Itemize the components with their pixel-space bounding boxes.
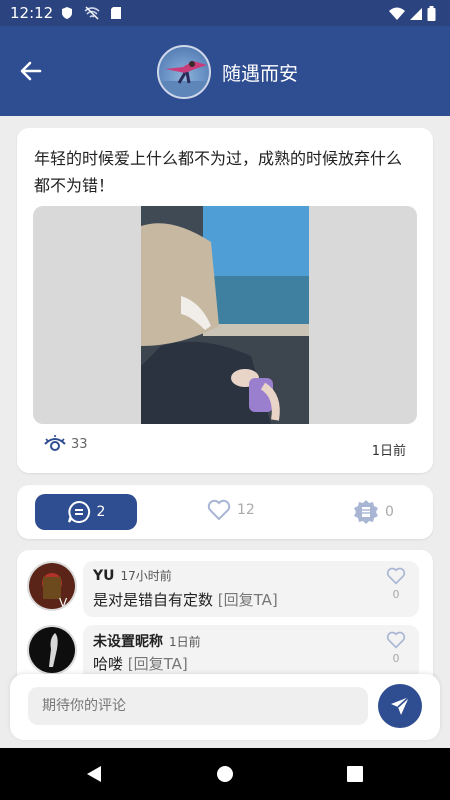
send-icon [391, 696, 410, 715]
comment-body: 是对是错自有定数 [回复TA] [93, 589, 278, 610]
back-arrow-icon[interactable] [16, 56, 46, 86]
comment-tab-button[interactable]: 2 [35, 494, 137, 530]
award-count: 0 [385, 504, 394, 520]
system-nav-bar [0, 748, 450, 800]
view-count-value: 33 [71, 436, 88, 452]
shield-icon [62, 7, 72, 19]
commenter-avatar[interactable] [27, 625, 77, 675]
avatar-image [159, 61, 209, 97]
comment-input[interactable] [28, 687, 368, 725]
comment-item: V YU 17小时前 是对是错自有定数 [回复TA] 0 [17, 561, 433, 621]
commenter-name[interactable]: YU 17小时前 [93, 567, 172, 584]
battery-icon [427, 6, 436, 21]
nav-recents-icon[interactable] [345, 764, 365, 784]
comment-list: V YU 17小时前 是对是错自有定数 [回复TA] 0 未设置昵称 1日前 哈喽 … [17, 550, 433, 690]
post-photo[interactable] [141, 206, 309, 424]
comment-input-bar [10, 674, 440, 740]
heart-icon [207, 499, 231, 521]
comment-count: 2 [96, 504, 106, 520]
status-time: 12:12 [10, 4, 54, 22]
wifi-icon [389, 7, 405, 20]
status-bar: 12:12 [0, 0, 450, 26]
user-avatar[interactable] [157, 45, 211, 99]
award-button[interactable]: 0 [353, 499, 394, 525]
reply-link[interactable]: [回复TA] [218, 591, 278, 609]
comment-bubble: 未设置昵称 1日前 哈喽 [回复TA] 0 [83, 625, 419, 681]
comment-like-button[interactable]: 0 [385, 631, 407, 665]
status-icons-left [60, 6, 122, 20]
reply-link[interactable]: [回复TA] [128, 655, 188, 673]
comment-text: 是对是错自有定数 [93, 591, 214, 609]
comment-time: 1日前 [169, 635, 201, 649]
comment-bubble: YU 17小时前 是对是错自有定数 [回复TA] 0 [83, 561, 419, 617]
svg-text:V: V [59, 596, 68, 609]
comment-text: 哈喽 [93, 655, 124, 673]
app-bar: 随遇而安 [0, 26, 450, 116]
action-bar: 2 12 0 [17, 485, 433, 539]
commenter-avatar-image: V [29, 563, 75, 609]
post-text: 年轻的时候爱上什么都不为过，成熟的时候放弃什么都不为错！ [34, 149, 403, 195]
sim-card-icon [111, 7, 121, 19]
comment-time: 17小时前 [120, 569, 172, 583]
post-photo-image [141, 206, 309, 424]
eye-icon [44, 435, 66, 451]
status-icons-right [389, 6, 436, 21]
comment-like-count: 0 [392, 588, 400, 601]
comment-body: 哈喽 [回复TA] [93, 653, 188, 674]
send-button[interactable] [378, 684, 422, 728]
wifi-off-icon [84, 6, 100, 20]
commenter-avatar[interactable]: V [27, 561, 77, 611]
nav-home-icon[interactable] [215, 764, 235, 784]
commenter-avatar-image [29, 627, 75, 673]
award-badge-icon [354, 500, 378, 524]
like-count: 12 [237, 502, 255, 518]
post-image-container[interactable] [33, 206, 417, 424]
comment-like-count: 0 [392, 652, 400, 665]
heart-icon [386, 631, 406, 649]
comment-like-button[interactable]: 0 [385, 567, 407, 601]
comment-icon [67, 500, 90, 523]
post-card: 年轻的时候爱上什么都不为过，成熟的时候放弃什么都不为错！ 33 1日前 [17, 128, 433, 473]
like-button[interactable]: 12 [207, 499, 255, 521]
heart-icon [386, 567, 406, 585]
signal-icon [410, 7, 422, 20]
nav-back-icon[interactable] [84, 764, 104, 784]
commenter-name[interactable]: 未设置昵称 1日前 [93, 631, 201, 651]
post-time: 1日前 [371, 444, 406, 459]
view-count: 33 [43, 434, 88, 454]
page-title: 随遇而安 [222, 63, 299, 85]
